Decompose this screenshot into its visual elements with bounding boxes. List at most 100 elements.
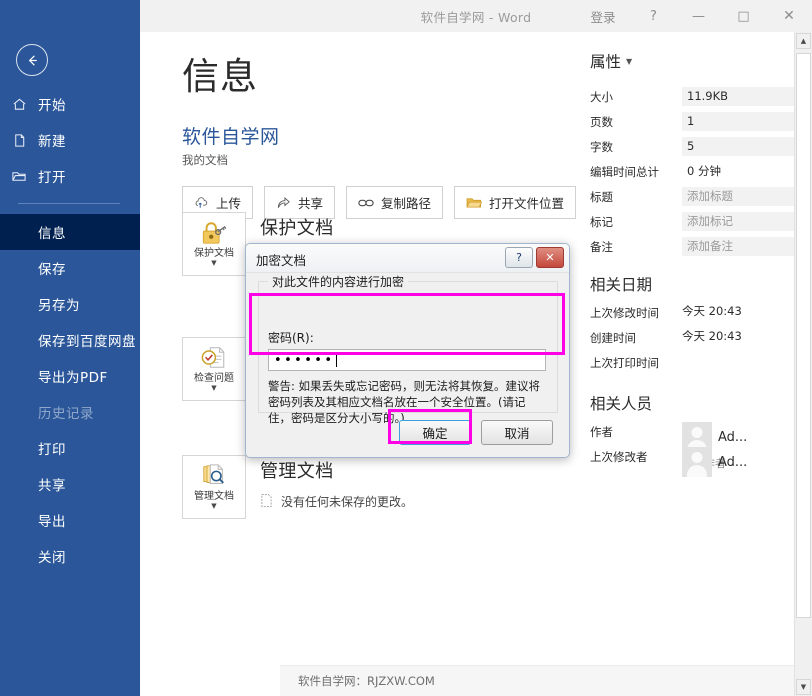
- back-button[interactable]: [16, 44, 48, 76]
- sidebar-item-label: 共享: [38, 478, 66, 494]
- section-body-text: 没有任何未保存的更改。: [281, 495, 414, 509]
- chevron-down-icon: ▼: [211, 384, 217, 392]
- watermark-text: 软件自学网：RJZXW.COM: [298, 674, 435, 688]
- document-path: 我的文档: [182, 153, 228, 167]
- property-key: 大小: [590, 89, 613, 104]
- sidebar-item-save[interactable]: 保存: [0, 250, 140, 286]
- copy-path-button[interactable]: 复制路径: [346, 186, 444, 219]
- sidebar-item-print[interactable]: 打印: [0, 430, 140, 466]
- property-value[interactable]: 11.9KB: [682, 87, 795, 106]
- sidebar-item-label: 另存为: [38, 298, 80, 314]
- scrollbar-thumb[interactable]: [796, 53, 811, 618]
- link-icon: [358, 198, 374, 208]
- watermark-footer: 软件自学网：RJZXW.COM: [280, 665, 795, 696]
- button-label: 打开文件位置: [489, 196, 565, 211]
- dialog-title-bar: 加密文档 ? ✕: [246, 244, 569, 273]
- button-label: 共享: [298, 196, 324, 211]
- sidebar-item-label: 保存到百度网盘: [38, 334, 136, 350]
- property-row: 标记 添加标记: [590, 209, 795, 234]
- section-heading: 保护文档: [260, 218, 334, 239]
- section-heading: 管理文档: [260, 461, 334, 482]
- property-value[interactable]: 添加标记: [682, 212, 795, 231]
- dialog-close-icon[interactable]: ✕: [536, 247, 564, 268]
- close-icon[interactable]: ✕: [766, 0, 812, 32]
- lock-key-icon: [200, 220, 228, 246]
- property-value[interactable]: 添加备注: [682, 237, 795, 256]
- sidebar-item-open[interactable]: 打开: [0, 158, 140, 194]
- date-row: 上次打印时间: [590, 353, 795, 378]
- document-name-link[interactable]: 软件自学网: [182, 122, 280, 149]
- property-key: 标记: [590, 214, 613, 229]
- section-manage-document: 管理文档 ▼ 管理文档 没有任何未保存的更改。: [182, 455, 413, 519]
- manage-document-icon: [200, 463, 228, 489]
- author-row: 作者 Ad... 添加作者: [590, 422, 795, 470]
- property-value[interactable]: 5: [682, 137, 795, 156]
- sidebar-item-save-to-baidu[interactable]: 保存到百度网盘: [0, 322, 140, 358]
- help-icon[interactable]: ?: [631, 0, 676, 32]
- password-label: 密码(R):: [268, 331, 314, 345]
- word-backstage-window: 开始 新建 打开 信息 保存 另存为 保存到百度网盘 导出为PDF 历史记录 打…: [0, 0, 812, 696]
- property-key: 页数: [590, 114, 613, 129]
- property-row: 字数 5: [590, 134, 795, 159]
- sidebar-item-export[interactable]: 导出: [0, 502, 140, 538]
- dialog-actions: 确定 取消: [399, 420, 553, 445]
- sidebar-item-label: 开始: [38, 98, 66, 114]
- sidebar-item-share[interactable]: 共享: [0, 466, 140, 502]
- new-document-icon: [0, 133, 38, 148]
- protect-document-tile[interactable]: 保护文档 ▼: [182, 212, 246, 276]
- scroll-up-icon[interactable]: ▲: [796, 33, 811, 49]
- minimize-icon[interactable]: —: [676, 0, 721, 32]
- property-value[interactable]: 1: [682, 112, 795, 131]
- open-folder-icon: [0, 169, 38, 184]
- property-row: 大小 11.9KB: [590, 84, 795, 109]
- inspect-document-tile[interactable]: 检查问题 ▼: [182, 337, 246, 401]
- sidebar-item-save-as[interactable]: 另存为: [0, 286, 140, 322]
- password-input[interactable]: ••••••: [268, 349, 546, 371]
- modifier-name: Ad...: [718, 454, 748, 470]
- maximize-icon[interactable]: □: [721, 0, 766, 32]
- sidebar-item-export-pdf[interactable]: 导出为PDF: [0, 358, 140, 394]
- sidebar-divider: [18, 203, 120, 204]
- home-icon: [0, 97, 38, 112]
- properties-panel: 属性 ▼ 大小 11.9KB 页数 1 字数 5 编辑时间总计 0 分钟 标题 …: [590, 50, 795, 477]
- author-key: 作者: [590, 425, 613, 439]
- avatar: [682, 447, 712, 477]
- sidebar-item-close[interactable]: 关闭: [0, 538, 140, 574]
- date-key: 上次修改时间: [590, 306, 659, 320]
- sidebar-item-label: 关闭: [38, 550, 66, 566]
- document-small-icon: [260, 493, 273, 508]
- unsaved-changes-line: 没有任何未保存的更改。: [260, 493, 413, 510]
- sidebar-item-label: 保存: [38, 262, 66, 278]
- property-row: 备注 添加备注: [590, 234, 795, 259]
- page-title: 信息: [182, 55, 258, 98]
- property-value[interactable]: 0 分钟: [682, 162, 795, 181]
- manage-document-tile[interactable]: 管理文档 ▼: [182, 455, 246, 519]
- date-row: 创建时间 今天 20:43: [590, 328, 795, 353]
- cancel-button[interactable]: 取消: [481, 420, 553, 445]
- sidebar-item-new[interactable]: 新建: [0, 122, 140, 158]
- sidebar-item-label: 导出: [38, 514, 66, 530]
- password-warning-text: 警告: 如果丢失或忘记密码，则无法将其恢复。建议将密码列表及其相应文档名放在一个…: [268, 379, 541, 425]
- property-value[interactable]: 添加标题: [682, 187, 795, 206]
- scroll-down-icon[interactable]: ▼: [796, 679, 811, 695]
- sign-in-button[interactable]: 登录: [575, 0, 631, 32]
- author-name: Ad...: [718, 429, 748, 445]
- manage-document-body: 管理文档 没有任何未保存的更改。: [260, 455, 413, 519]
- vertical-scrollbar[interactable]: ▲ ▼: [794, 32, 812, 696]
- sidebar-item-history[interactable]: 历史记录: [0, 394, 140, 430]
- dialog-title: 加密文档: [256, 253, 307, 268]
- sidebar-item-info[interactable]: 信息: [0, 214, 140, 250]
- properties-heading[interactable]: 属性 ▼: [590, 50, 795, 72]
- dialog-help-icon[interactable]: ?: [505, 247, 533, 268]
- sidebar-item-home[interactable]: 开始: [0, 86, 140, 122]
- date-row: 上次修改时间 今天 20:43: [590, 303, 795, 328]
- modifier-key: 上次修改者: [590, 450, 648, 464]
- sidebar-item-label: 打印: [38, 442, 66, 458]
- dialog-window-controls: ? ✕: [505, 247, 564, 268]
- ok-button[interactable]: 确定: [399, 420, 471, 445]
- button-label: 上传: [216, 196, 242, 211]
- open-file-location-button[interactable]: 打开文件位置: [454, 186, 577, 219]
- property-row: 标题 添加标题: [590, 184, 795, 209]
- property-row: 页数 1: [590, 109, 795, 134]
- encrypt-document-dialog: 加密文档 ? ✕ 对此文件的内容进行加密 密码(R): •••••• 警告: 如…: [245, 243, 570, 458]
